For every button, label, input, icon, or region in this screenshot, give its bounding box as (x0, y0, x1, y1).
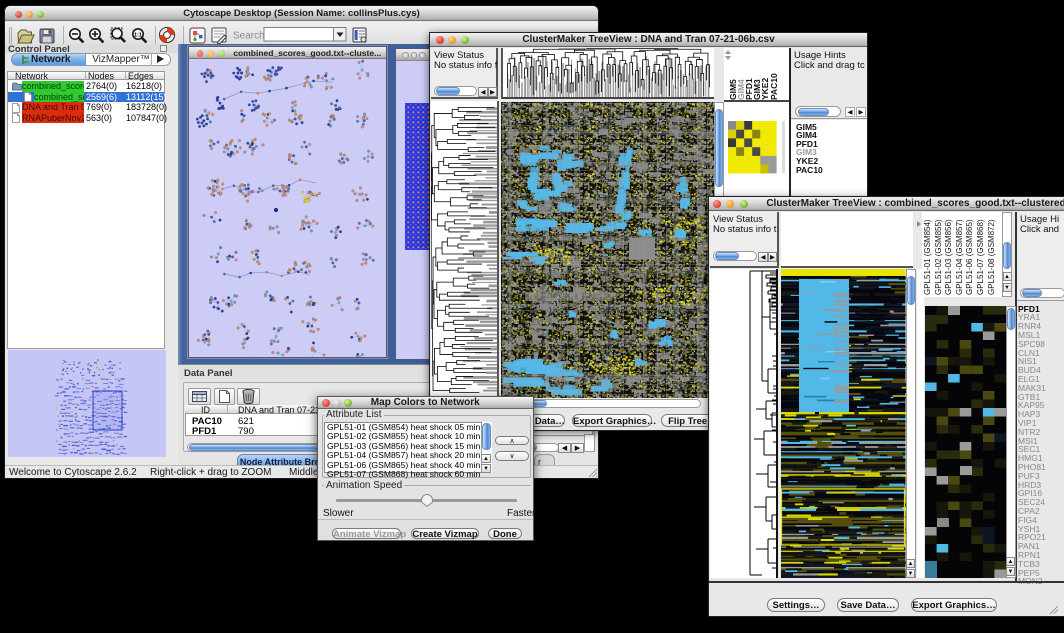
svg-text:Search:: Search: (233, 31, 267, 42)
svg-text:1:1: 1:1 (134, 32, 142, 38)
